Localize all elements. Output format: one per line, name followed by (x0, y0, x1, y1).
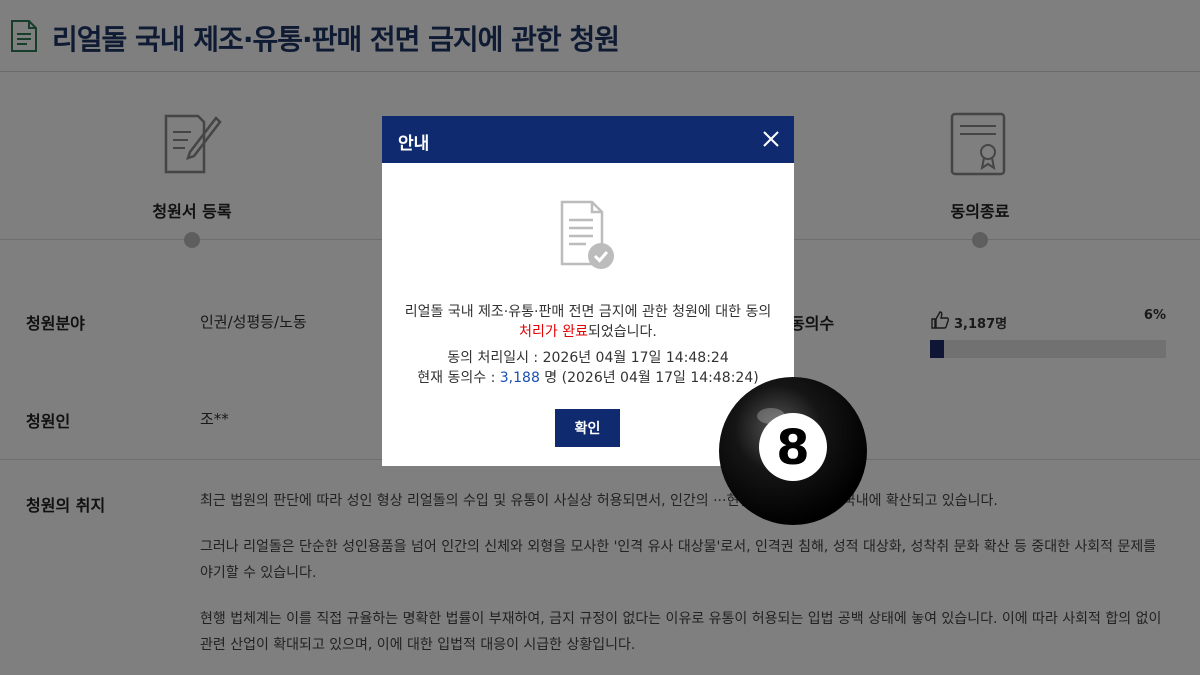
message-text: 되었습니다. (588, 324, 657, 340)
confirm-button[interactable]: 확인 (555, 409, 620, 447)
count-value: 3,188 (499, 370, 540, 386)
modal-message: 리얼돌 국내 제조·유통·판매 전면 금지에 관한 청원에 대한 동의 처리가 … (400, 302, 776, 342)
pool-8-ball-icon: 8 (719, 377, 867, 525)
modal-header: 안내 (382, 116, 794, 163)
close-icon[interactable] (758, 126, 784, 152)
ball-number: 8 (776, 420, 809, 476)
message-highlight: 처리가 완료 (519, 324, 588, 340)
count-prefix: 현재 동의수 : (417, 370, 500, 386)
message-text: 리얼돌 국내 제조·유통·판매 전면 금지에 관한 청원에 대한 동의 (404, 304, 772, 320)
modal-title: 안내 (398, 134, 430, 154)
processed-time: 동의 처리일시 : 2026년 04월 17일 14:48:24 (447, 350, 729, 366)
document-check-icon (560, 200, 614, 269)
